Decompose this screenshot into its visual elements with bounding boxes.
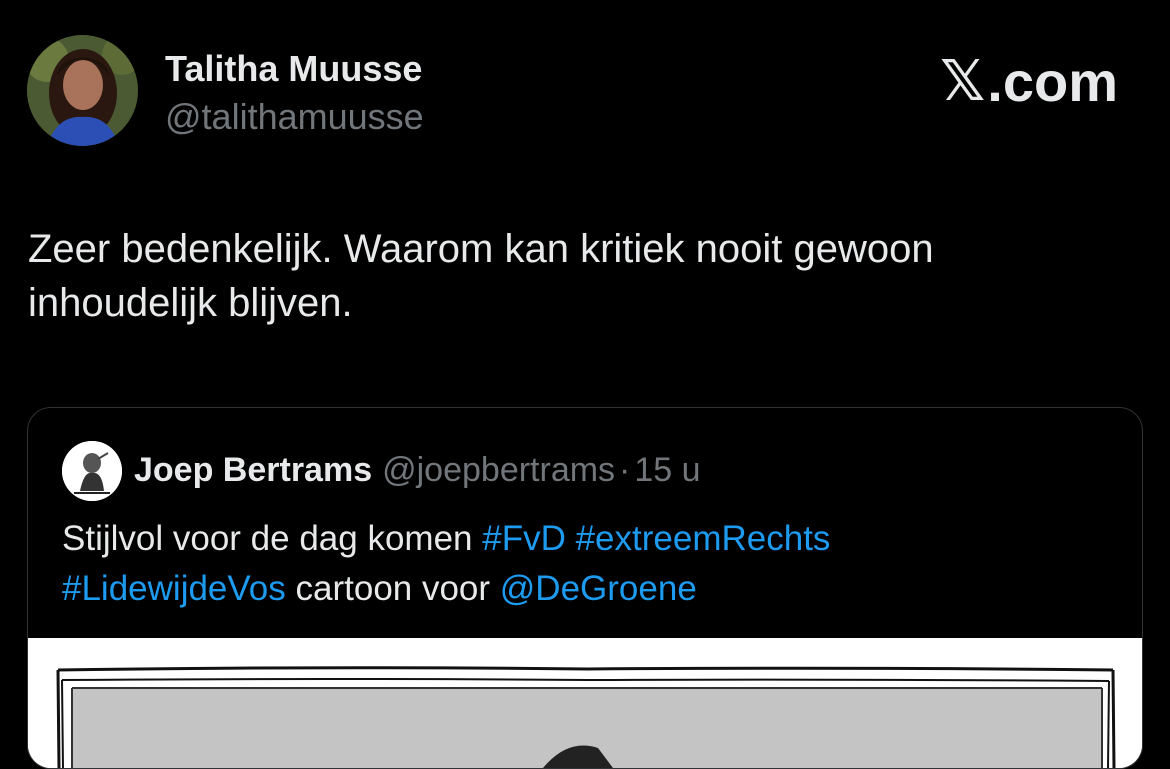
cartoon-drawing (28, 638, 1142, 768)
hashtag-fvd[interactable]: #FvD (482, 519, 566, 558)
quoted-text-part: cartoon voor (285, 569, 500, 608)
hashtag-lidewijdevos[interactable]: #LidewijdeVos (62, 569, 286, 608)
hashtag-extreemrechts[interactable]: #extreemRechts (576, 519, 831, 558)
quoted-tweet-header: Joep Bertrams @joepbertrams · 15 u (134, 448, 701, 492)
quoted-avatar-image (62, 441, 122, 501)
brand-domain-text: .com (987, 50, 1118, 113)
tweet-text: Zeer bedenkelijk. Waarom kan kritiek noo… (28, 227, 934, 325)
quoted-tweet-text: Stijlvol voor de dag komen #FvD #extreem… (62, 514, 1122, 614)
quoted-tweet-card[interactable]: Joep Bertrams @joepbertrams · 15 u Stijlvol… (27, 407, 1143, 769)
quoted-tweet-timestamp[interactable]: 15 u (634, 451, 700, 489)
header-separator: · (619, 451, 631, 489)
quoted-author-avatar[interactable] (62, 441, 122, 501)
x-logo-icon: 𝕏 (940, 49, 986, 114)
quoted-author-handle[interactable]: @joepbertrams (382, 451, 615, 489)
author-avatar-image (27, 35, 138, 146)
mention-degroene[interactable]: @DeGroene (500, 569, 697, 608)
cartoon-image[interactable] (28, 638, 1142, 768)
author-avatar[interactable] (27, 35, 138, 146)
quoted-text-part: Stijlvol voor de dag komen (62, 519, 483, 558)
author-handle[interactable]: @talithamuusse (165, 96, 424, 138)
author-name[interactable]: Talitha Muusse (165, 48, 422, 90)
x-brand-logo: 𝕏 .com (940, 52, 1118, 112)
quoted-author-name[interactable]: Joep Bertrams (134, 451, 372, 489)
